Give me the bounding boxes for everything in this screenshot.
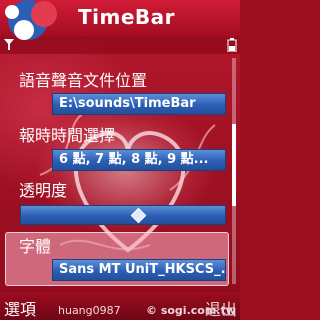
watermark-user: huang0987 — [58, 304, 121, 317]
voice-file-location-label: 語音聲音文件位置 — [19, 71, 148, 90]
app-title: TimeBar — [78, 5, 176, 29]
font-label: 字體 — [19, 237, 52, 256]
scrollbar-thumb[interactable] — [232, 124, 236, 206]
options-softkey[interactable]: 選項 — [4, 296, 36, 320]
time-selection-field[interactable]: 6 點, 7 點, 8 點, 9 點... — [52, 149, 226, 171]
transparency-slider[interactable] — [20, 205, 226, 225]
battery-icon — [227, 38, 237, 52]
voice-file-location-field[interactable]: E:\sounds\TimeBar — [52, 93, 226, 115]
slider-knob-icon[interactable] — [130, 207, 147, 224]
screen: TimeBar 語音聲音文件位置 E:\sounds\TimeBar 報時時間選… — [0, 0, 240, 320]
scrollbar[interactable] — [232, 58, 236, 284]
watermark-site: © sogi.com.tw — [146, 304, 236, 317]
font-field[interactable]: Sans MT UniT_HKSCS_... — [52, 259, 226, 281]
time-selection-label: 報時時間選擇 — [19, 126, 116, 145]
signal-icon — [4, 39, 14, 50]
transparency-label: 透明度 — [19, 181, 68, 200]
